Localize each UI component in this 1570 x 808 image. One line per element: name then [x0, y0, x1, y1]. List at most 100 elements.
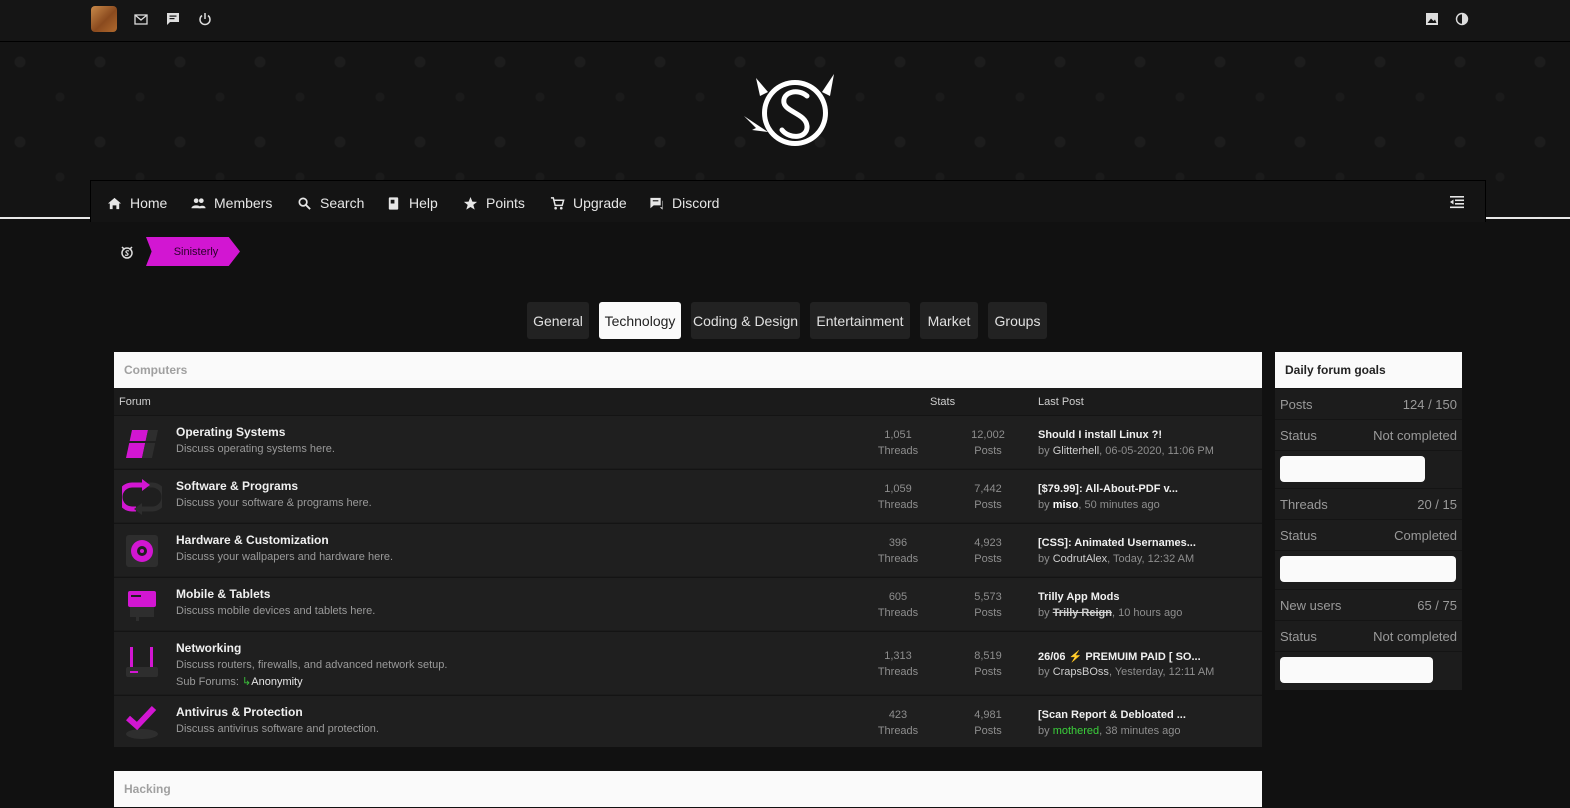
thread-count: 1,313 Threads: [877, 650, 919, 678]
goal-posts-progress: [1275, 450, 1462, 482]
last-post-meta: by miso, 50 minutes ago: [1038, 499, 1160, 511]
tab-market[interactable]: Market: [920, 302, 978, 339]
post-count: 7,442 Posts: [974, 483, 1002, 511]
last-post-title[interactable]: 26/06 ⚡ PREMUIM PAID [ SO...: [1038, 650, 1201, 663]
post-count: 4,923 Posts: [974, 537, 1002, 565]
contrast-icon[interactable]: [1454, 11, 1470, 27]
site-logo[interactable]: [738, 70, 838, 152]
column-header-last-post: Last Post: [1038, 396, 1084, 408]
avatar[interactable]: [91, 6, 117, 32]
nav-search[interactable]: Search: [297, 193, 364, 213]
category-header-computers[interactable]: Computers: [114, 352, 1262, 388]
forum-title[interactable]: Antivirus & Protection: [176, 705, 303, 719]
last-post-meta: by CrapsBOss, Yesterday, 12:11 AM: [1038, 666, 1215, 678]
tab-coding-design[interactable]: Coding & Design: [691, 302, 800, 339]
antivirus-check-icon: [122, 702, 162, 742]
goal-threads-status: Status Completed: [1275, 519, 1462, 550]
last-post-title[interactable]: [Scan Report & Debloated ...: [1038, 709, 1186, 721]
last-post-title[interactable]: Trilly App Mods: [1038, 591, 1120, 603]
forum-title[interactable]: Mobile & Tablets: [176, 587, 270, 601]
tab-technology[interactable]: Technology: [599, 302, 681, 339]
post-count: 8,519 Posts: [974, 650, 1002, 678]
category-header-hacking[interactable]: Hacking: [114, 771, 1262, 807]
goal-new-users: New users 65 / 75: [1275, 589, 1462, 620]
post-count: 12,002 Posts: [971, 429, 1005, 457]
forum-description: Discuss operating systems here.: [176, 443, 335, 455]
nav-upgrade-label: Upgrade: [573, 195, 627, 211]
column-header-forum: Forum: [119, 396, 151, 408]
column-header-stats: Stats: [930, 396, 956, 408]
forum-title[interactable]: Operating Systems: [176, 425, 285, 439]
post-count: 4,981 Posts: [974, 709, 1002, 737]
last-post-meta: by Trilly Reign, 10 hours ago: [1038, 607, 1183, 619]
progress-bar: [1280, 456, 1425, 482]
forum-description: Discuss mobile devices and tablets here.: [176, 605, 376, 617]
forum-row: Operating Systems Discuss operating syst…: [114, 415, 1262, 468]
forum-table: Forum Stats Last Post Operating Systems …: [114, 388, 1262, 747]
nav-home[interactable]: Home: [107, 193, 167, 213]
chat-icon[interactable]: [165, 11, 181, 27]
sidebar-toggle-icon[interactable]: [1449, 194, 1465, 210]
main-nav: Home Members Search Help Points Upgrade …: [90, 180, 1486, 222]
home-icon: [107, 197, 122, 209]
last-post-user[interactable]: Glitterhell: [1053, 445, 1099, 457]
last-post-title[interactable]: [CSS]: Animated Usernames...: [1038, 537, 1196, 549]
tab-groups[interactable]: Groups: [988, 302, 1047, 339]
last-post-user[interactable]: Trilly Reign: [1053, 607, 1112, 619]
power-icon[interactable]: [197, 11, 213, 27]
goal-threads-progress: [1275, 550, 1462, 582]
forum-row: Antivirus & Protection Discuss antivirus…: [114, 695, 1262, 747]
top-bar: [0, 0, 1570, 42]
forum-row: Software & Programs Discuss your softwar…: [114, 469, 1262, 522]
forum-title[interactable]: Hardware & Customization: [176, 533, 329, 547]
progress-bar: [1280, 657, 1433, 683]
forum-description: Discuss routers, firewalls, and advanced…: [176, 659, 448, 671]
forum-description: Discuss your software & programs here.: [176, 497, 372, 509]
thread-count: 605 Threads: [877, 591, 919, 619]
nav-points[interactable]: Points: [463, 193, 525, 213]
image-icon[interactable]: [1424, 11, 1440, 27]
sub-forum-link[interactable]: Anonymity: [251, 676, 302, 688]
networking-router-icon: [122, 643, 162, 683]
last-post-meta: by Glitterhell, 06-05-2020, 11:06 PM: [1038, 445, 1214, 457]
forum-description: Discuss antivirus software and protectio…: [176, 723, 379, 735]
goal-posts-status: Status Not completed: [1275, 419, 1462, 450]
post-count: 5,573 Posts: [974, 591, 1002, 619]
last-post-title[interactable]: Should I install Linux ?!: [1038, 429, 1162, 441]
software-programs-icon: [117, 477, 167, 517]
forum-title[interactable]: Networking: [176, 641, 241, 655]
forum-description: Discuss your wallpapers and hardware her…: [176, 551, 394, 563]
last-post-user[interactable]: CrapsBOss: [1053, 666, 1109, 678]
nav-search-label: Search: [320, 195, 365, 211]
goals-title: Daily forum goals: [1275, 352, 1462, 388]
star-icon: [463, 196, 478, 210]
tab-general[interactable]: General: [527, 302, 589, 339]
hardware-disc-icon: [122, 531, 162, 571]
nav-members[interactable]: Members: [191, 193, 272, 213]
forum-row: Mobile & Tablets Discuss mobile devices …: [114, 577, 1262, 630]
last-post-user[interactable]: CodrutAlex: [1053, 553, 1107, 565]
goal-posts: Posts 124 / 150: [1275, 388, 1462, 419]
cart-icon: [550, 196, 565, 209]
mobile-tablet-icon: [122, 585, 162, 625]
nav-help[interactable]: Help: [386, 193, 438, 213]
goal-threads: Threads 20 / 15: [1275, 488, 1462, 519]
nav-points-label: Points: [486, 195, 525, 211]
thread-count: 1,059 Threads: [877, 483, 919, 511]
operating-systems-icon: [122, 424, 162, 464]
nav-upgrade[interactable]: Upgrade: [550, 193, 627, 213]
last-post-user[interactable]: mothered: [1053, 725, 1099, 737]
tab-entertainment[interactable]: Entertainment: [810, 302, 910, 339]
last-post-title[interactable]: [$79.99]: All-About-PDF v...: [1038, 483, 1178, 495]
thread-count: 1,051 Threads: [877, 429, 919, 457]
breadcrumb-home-icon[interactable]: [119, 244, 135, 260]
forum-title[interactable]: Software & Programs: [176, 479, 298, 493]
nav-discord[interactable]: Discord: [649, 193, 719, 213]
progress-bar: [1280, 556, 1456, 582]
last-post-user[interactable]: miso: [1053, 499, 1079, 511]
sub-forums: Sub Forums: ↳Anonymity: [176, 676, 303, 688]
daily-goals-panel: Posts 124 / 150 Status Not completed Threa…: [1275, 388, 1462, 690]
discord-icon: [650, 197, 663, 210]
breadcrumb-item[interactable]: Sinisterly: [146, 237, 240, 266]
mail-icon[interactable]: [133, 11, 149, 27]
